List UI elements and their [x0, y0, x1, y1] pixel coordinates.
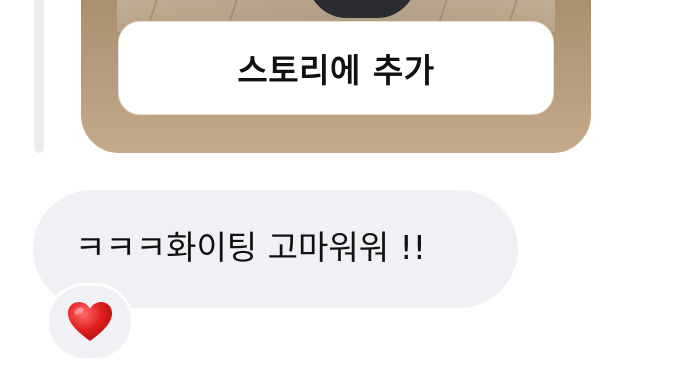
chat-screen: 스토리에 추가 ㅋㅋㅋ화이팅 고마워워 !! — [0, 0, 679, 382]
story-photo-subject — [307, 0, 417, 18]
add-to-story-label: 스토리에 추가 — [237, 51, 435, 90]
reply-indicator-bar — [34, 0, 44, 153]
red-heart-icon — [68, 302, 112, 341]
message-text: ㅋㅋㅋ화이팅 고마워워 !! — [75, 228, 427, 267]
shared-story-card[interactable]: 스토리에 추가 — [81, 0, 591, 153]
reaction-badge[interactable] — [46, 283, 134, 361]
add-to-story-button[interactable]: 스토리에 추가 — [118, 21, 554, 115]
